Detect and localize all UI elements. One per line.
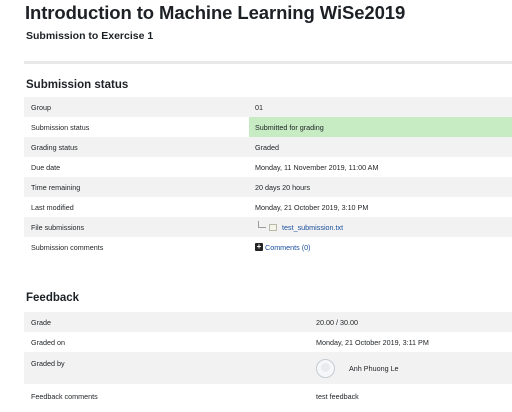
- row-label-submission-comments: Submission comments: [31, 242, 104, 252]
- row-label-group: Group: [31, 102, 51, 112]
- table-row: Submission status Submitted for grading: [24, 117, 512, 137]
- table-row: Graded on Monday, 21 October 2019, 3:11 …: [24, 332, 512, 352]
- table-row: Feedback comments test feedback: [24, 384, 512, 408]
- tree-connector-icon: [258, 220, 266, 228]
- row-label-file-submissions: File submissions: [31, 222, 85, 232]
- row-value-submission-comments: + Comments (0): [249, 237, 512, 257]
- header-divider: [24, 61, 512, 64]
- row-value-file-submissions: test_submission.txt: [249, 217, 512, 237]
- row-label-last-modified: Last modified: [31, 202, 74, 212]
- row-label-graded-by: Graded by: [31, 359, 65, 368]
- row-label-submission-status: Submission status: [31, 122, 90, 132]
- row-label-time-remaining: Time remaining: [31, 182, 81, 192]
- table-row: Due date Monday, 11 November 2019, 11:00…: [24, 157, 512, 177]
- page-title: Introduction to Machine Learning WiSe201…: [25, 2, 406, 23]
- row-value-graded-by: Anh Phuong Le: [310, 352, 512, 384]
- row-value-grading-status: Graded: [255, 142, 279, 152]
- table-row: File submissions test_submission.txt: [24, 217, 512, 237]
- table-row: Graded by Anh Phuong Le: [24, 352, 512, 384]
- grader-name: Anh Phuong Le: [349, 363, 399, 373]
- row-value-time-remaining: 20 days 20 hours: [255, 182, 311, 192]
- row-label-due-date: Due date: [31, 162, 61, 172]
- table-row: Group 01: [24, 97, 512, 117]
- feedback-table: Grade 20.00 / 30.00 Graded on Monday, 21…: [24, 312, 512, 408]
- row-value-feedback-comments: test feedback: [316, 391, 359, 401]
- submission-status-badge: Submitted for grading: [249, 117, 512, 137]
- row-label-grade: Grade: [31, 317, 51, 327]
- row-value-due-date: Monday, 11 November 2019, 11:00 AM: [255, 162, 379, 172]
- user-avatar-icon: [316, 358, 335, 378]
- row-label-grading-status: Grading status: [31, 142, 78, 152]
- page-subtitle: Submission to Exercise 1: [26, 30, 154, 42]
- submission-status-heading: Submission status: [26, 79, 129, 91]
- feedback-heading: Feedback: [26, 292, 80, 304]
- table-row: Grading status Graded: [24, 137, 512, 157]
- table-row: Time remaining 20 days 20 hours: [24, 177, 512, 197]
- submission-file-link[interactable]: test_submission.txt: [282, 223, 343, 232]
- submission-status-table: Group 01 Submission status Submitted for…: [24, 97, 512, 257]
- comments-link[interactable]: Comments (0): [265, 243, 311, 252]
- row-value-last-modified: Monday, 21 October 2019, 3:10 PM: [255, 202, 369, 212]
- table-row: Submission comments + Comments (0): [24, 237, 512, 257]
- row-value-group: 01: [255, 102, 263, 112]
- row-label-feedback-comments: Feedback comments: [31, 391, 98, 401]
- row-value-graded-on: Monday, 21 October 2019, 3:11 PM: [316, 337, 429, 347]
- table-row: Grade 20.00 / 30.00: [24, 312, 512, 332]
- table-row: Last modified Monday, 21 October 2019, 3…: [24, 197, 512, 217]
- row-label-graded-on: Graded on: [31, 337, 65, 347]
- row-value-grade: 20.00 / 30.00: [316, 317, 358, 327]
- file-icon: [269, 223, 277, 231]
- plus-square-icon[interactable]: +: [255, 243, 263, 251]
